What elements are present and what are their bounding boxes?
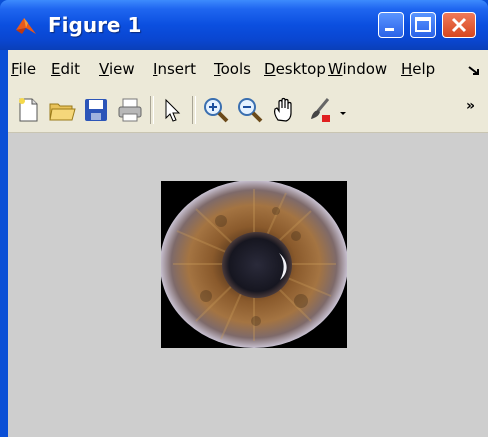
menu-bar: File Edit View Insert Tools Desktop Wind… bbox=[8, 50, 488, 88]
minimize-button[interactable] bbox=[378, 12, 404, 38]
new-figure-icon[interactable] bbox=[14, 96, 42, 124]
menu-window[interactable]: Window bbox=[328, 60, 392, 78]
figure-window: Figure 1 File Edit View Insert Tools Des… bbox=[0, 0, 488, 437]
toolbar-separator bbox=[150, 96, 154, 124]
zoom-out-icon[interactable] bbox=[236, 96, 264, 124]
eye-iris-image bbox=[161, 181, 347, 348]
dock-arrow-icon[interactable] bbox=[466, 62, 482, 78]
menu-file[interactable]: File bbox=[11, 60, 36, 78]
maximize-button[interactable] bbox=[410, 12, 436, 38]
open-file-icon[interactable] bbox=[48, 96, 76, 124]
menu-tools[interactable]: Tools bbox=[214, 60, 251, 78]
menu-insert[interactable]: Insert bbox=[153, 60, 196, 78]
pointer-arrow-icon[interactable] bbox=[158, 96, 186, 124]
toolbar-overflow-button[interactable]: » bbox=[466, 98, 475, 114]
save-icon[interactable] bbox=[82, 96, 110, 124]
title-bar[interactable]: Figure 1 bbox=[0, 0, 488, 50]
figure-canvas bbox=[8, 133, 488, 437]
zoom-in-icon[interactable] bbox=[202, 96, 230, 124]
toolbar-separator bbox=[192, 96, 196, 124]
menu-edit[interactable]: Edit bbox=[51, 60, 80, 78]
menu-view[interactable]: View bbox=[99, 60, 135, 78]
minimize-icon bbox=[385, 28, 394, 31]
print-icon[interactable] bbox=[116, 96, 144, 124]
window-title: Figure 1 bbox=[48, 13, 142, 37]
close-button[interactable] bbox=[442, 12, 476, 38]
matlab-logo-icon bbox=[16, 18, 36, 34]
maximize-icon bbox=[415, 17, 431, 32]
figure-toolbar: » bbox=[8, 88, 488, 133]
menu-help[interactable]: Help bbox=[401, 60, 435, 78]
menu-desktop[interactable]: Desktop bbox=[264, 60, 328, 78]
data-cursor-brush-icon[interactable] bbox=[306, 96, 334, 124]
dropdown-arrow-icon[interactable] bbox=[336, 96, 350, 124]
close-icon bbox=[451, 17, 467, 33]
pan-hand-icon[interactable] bbox=[270, 96, 298, 124]
